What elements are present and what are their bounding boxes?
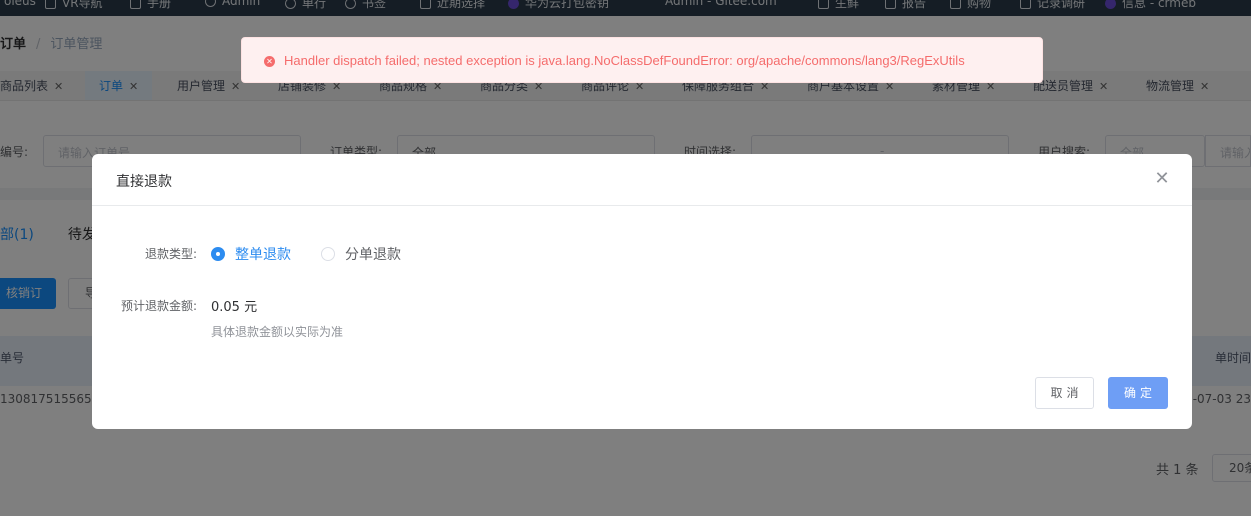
error-message-text: Handler dispatch failed; nested exceptio… [284,53,965,68]
radio-unchecked-icon [321,247,335,261]
error-icon: ✕ [264,56,275,67]
refund-amount-value: 0.05 元 [211,300,258,315]
cancel-button[interactable]: 取消 [1035,377,1094,409]
dialog-header: 直接退款 ✕ [92,154,1192,206]
close-icon[interactable]: ✕ [1152,169,1172,189]
refund-amount-label: 预计退款金额: [121,299,198,313]
radio-label: 整单退款 [235,247,291,263]
error-message: ✕ Handler dispatch failed; nested except… [241,37,1043,83]
dialog-title: 直接退款 [116,174,172,190]
refund-amount-hint: 具体退款金额以实际为准 [211,325,344,339]
radio-label: 分单退款 [345,247,401,263]
radio-checked-icon [211,247,225,261]
confirm-button[interactable]: 确定 [1108,377,1168,409]
refund-type-label: 退款类型: [145,247,198,261]
radio-split-refund[interactable]: 分单退款 [321,244,401,264]
refund-dialog: 直接退款 ✕ 退款类型: 整单退款 分单退款 预计退款金额: 0.05 元 具体… [92,154,1192,429]
radio-whole-refund[interactable]: 整单退款 [211,244,291,264]
